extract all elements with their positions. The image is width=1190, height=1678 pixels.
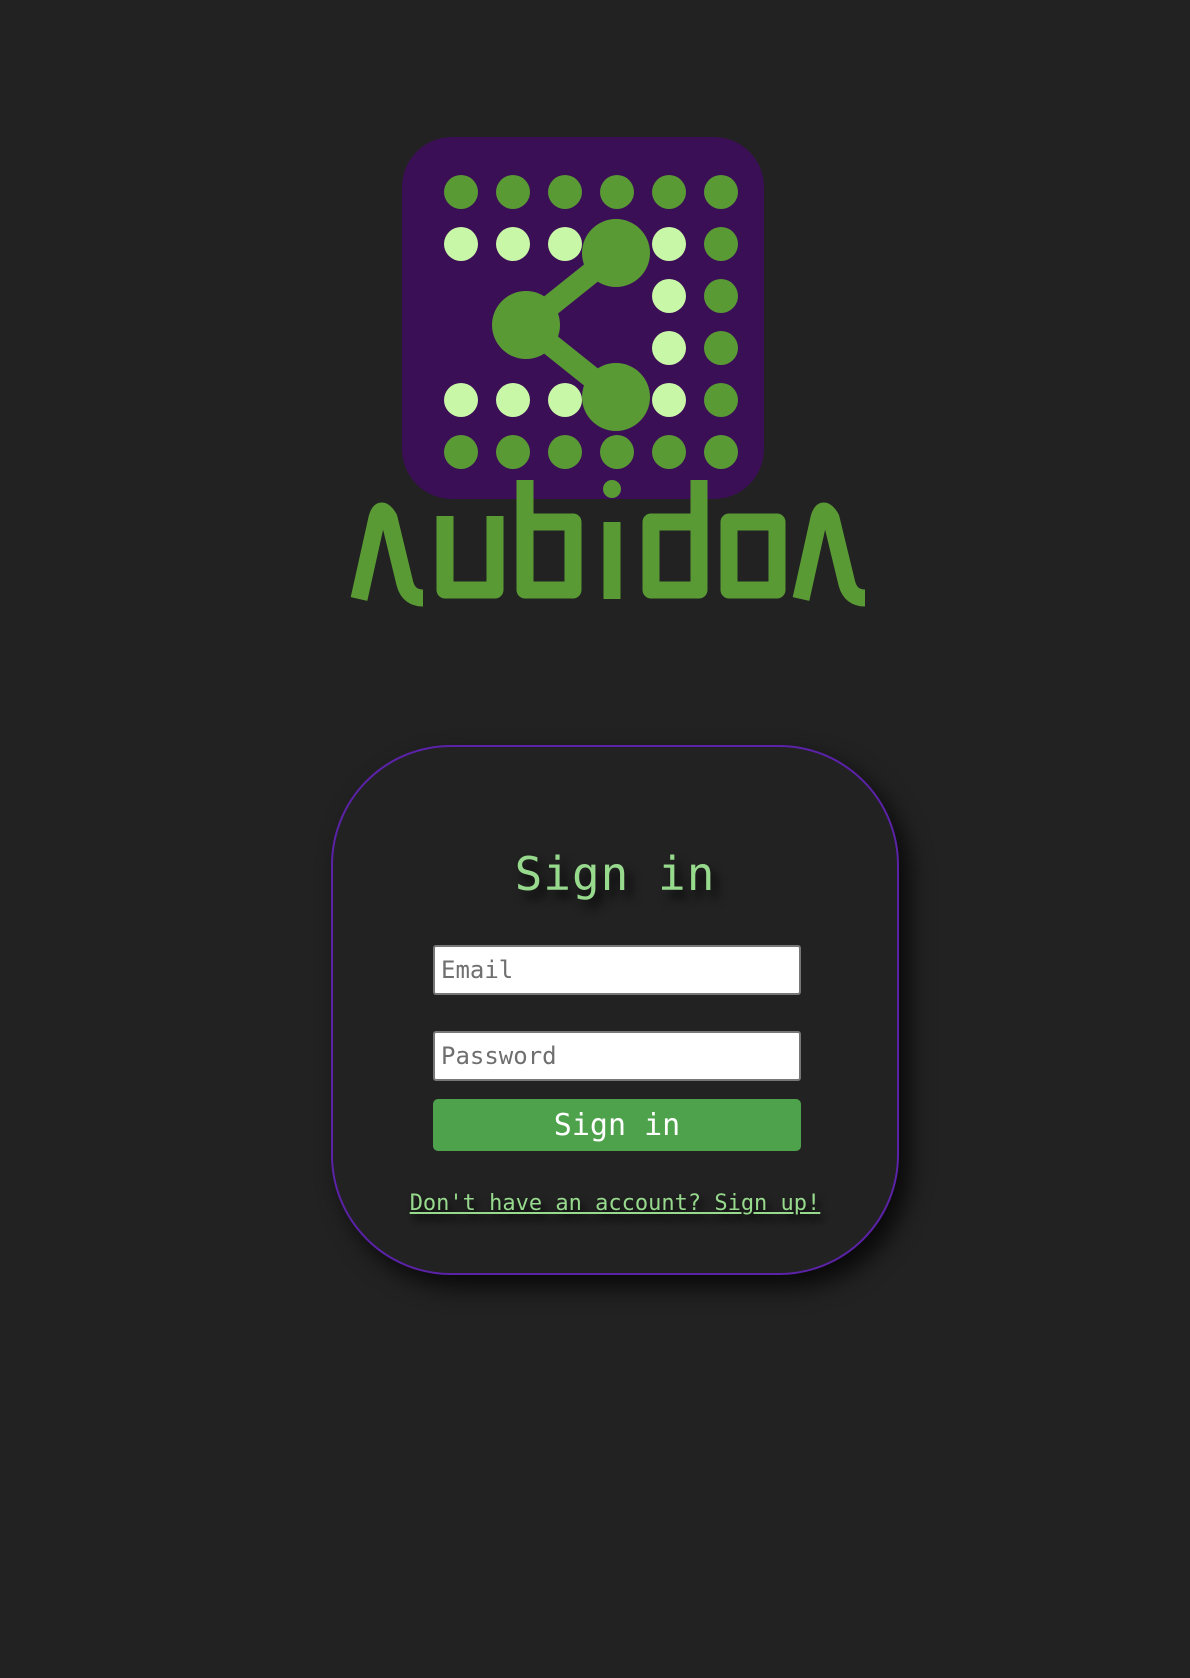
signin-button[interactable]: Sign in: [433, 1099, 801, 1151]
logo-dot: [548, 175, 582, 209]
signin-page: Sign in Sign in Don't have an account? S…: [0, 0, 1190, 1678]
logo-dot: [444, 383, 478, 417]
email-input[interactable]: [433, 945, 801, 995]
logo-dot: [652, 331, 686, 365]
logo-dot: [704, 331, 738, 365]
logo-graphic: [350, 137, 866, 607]
logo-dot: [548, 227, 582, 261]
logo-dot: [704, 435, 738, 469]
password-input[interactable]: [433, 1031, 801, 1081]
logo-dot: [496, 227, 530, 261]
logo-dot: [704, 279, 738, 313]
logo-dot: [496, 383, 530, 417]
logo-dot: [652, 279, 686, 313]
logo-dot: [496, 175, 530, 209]
logo-dot: [652, 227, 686, 261]
logo-dot: [444, 175, 478, 209]
subidos-logo: [345, 130, 885, 610]
logo-wordmark: [350, 480, 866, 607]
logo-dot: [652, 175, 686, 209]
logo-dot: [444, 227, 478, 261]
logo-dot: [496, 435, 530, 469]
logo-dot: [444, 435, 478, 469]
logo-dot: [704, 383, 738, 417]
logo-dot: [548, 383, 582, 417]
signup-link[interactable]: Don't have an account? Sign up!: [333, 1191, 897, 1216]
logo-dot: [704, 175, 738, 209]
logo-dot: [548, 435, 582, 469]
logo-dot: [704, 227, 738, 261]
signin-title: Sign in: [514, 847, 716, 901]
logo-dot: [652, 435, 686, 469]
logo-dot: [600, 175, 634, 209]
logo-dot: [652, 383, 686, 417]
logo-dot: [600, 435, 634, 469]
signin-card: Sign in Sign in Don't have an account? S…: [331, 745, 899, 1275]
